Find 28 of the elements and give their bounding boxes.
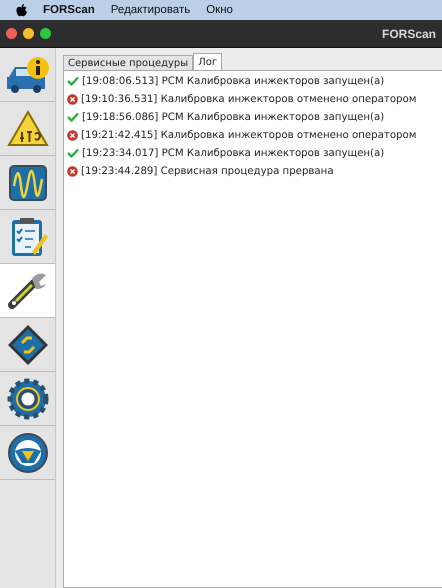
- error-icon: [67, 130, 78, 140]
- dtc-warning-icon: [6, 110, 48, 148]
- log-entry: [19:23:34.017] PCM Калибровка инжекторов запущен(а): [82, 148, 384, 158]
- check-icon: [67, 112, 79, 122]
- log-entry: [19:18:56.086] PCM Калибровка инжекторов запущен(а): [82, 112, 384, 122]
- zoom-button[interactable]: [40, 28, 51, 39]
- oscilloscope-icon: [8, 164, 48, 202]
- log-entry: [19:21:42.415] Калибровка инжекторов отменено оператором: [81, 130, 416, 140]
- sidebar-button[interactable]: [0, 264, 55, 318]
- car-info-icon: [4, 54, 50, 94]
- menu-item[interactable]: Окно: [206, 4, 233, 16]
- minimize-button[interactable]: [23, 28, 34, 39]
- close-button[interactable]: [6, 28, 17, 39]
- window-title: FORScan: [382, 26, 436, 40]
- log-entry: [19:08:06.513] PCM Калибровка инжекторов запущен(а): [82, 76, 384, 86]
- apple-logo-icon[interactable]: [16, 4, 27, 16]
- menu-item[interactable]: FORScan: [43, 4, 95, 16]
- log-entry: [19:23:44.289] Сервисная процедура прервана: [81, 166, 334, 176]
- check-icon: [67, 148, 79, 158]
- tab[interactable]: Сервисные процедуры: [63, 55, 194, 70]
- menu-item[interactable]: Редактировать: [110, 4, 190, 16]
- error-icon: [67, 94, 78, 104]
- tab[interactable]: Лог: [193, 53, 222, 70]
- error-icon: [67, 166, 78, 176]
- chip-icon: [6, 322, 50, 366]
- log-entry: [19:10:36.531] Калибровка инжекторов отменено оператором: [81, 94, 416, 104]
- gear-icon: [6, 376, 50, 420]
- check-icon: [67, 76, 79, 86]
